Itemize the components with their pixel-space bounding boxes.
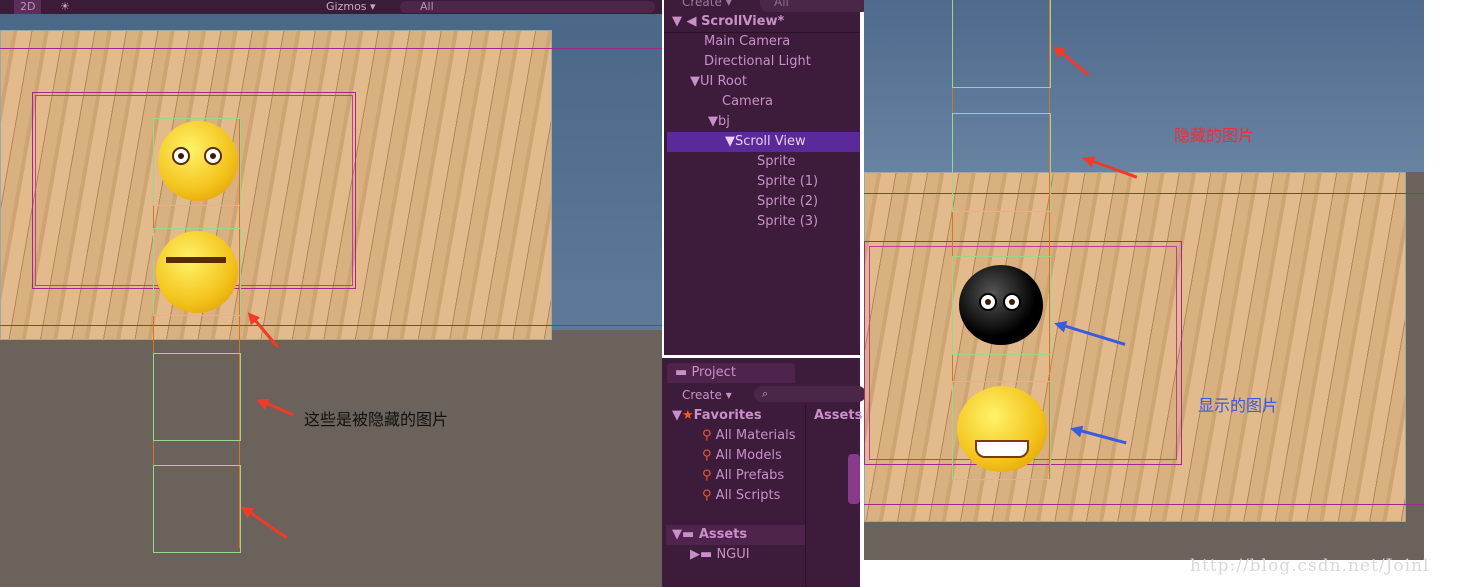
hierarchy-item[interactable]: Main Camera bbox=[704, 32, 790, 52]
unity-icon: ◀ bbox=[686, 14, 697, 29]
hierarchy-item[interactable]: Sprite bbox=[757, 152, 796, 172]
watermark: http://blog.csdn.net/Joinl bbox=[1190, 556, 1430, 576]
project-panel: ▬ Project Create ▾ ⌕ Assets ▼★Favorites … bbox=[662, 358, 866, 587]
sky bbox=[864, 0, 1424, 172]
gizmos-dropdown[interactable]: Gizmos ▾ bbox=[326, 0, 376, 14]
hierarchy-item-selected[interactable]: ▼Scroll View bbox=[667, 132, 860, 152]
assets-folder[interactable]: ▼▬ Assets bbox=[666, 525, 805, 545]
hierarchy-create[interactable]: Create ▾ bbox=[682, 0, 732, 12]
folder-icon: ▬ bbox=[682, 527, 695, 542]
favorite-item[interactable]: ⚲ All Materials bbox=[702, 426, 805, 446]
2d-toggle[interactable]: 2D bbox=[14, 0, 42, 14]
hierarchy-panel: Create ▾ All ▼ ◀ ScrollView* Main Camera… bbox=[664, 0, 870, 355]
search-icon: ⚲ bbox=[702, 448, 712, 463]
sprite-slot bbox=[153, 228, 241, 316]
sprite-slot bbox=[952, 381, 1051, 480]
search-icon: ⚲ bbox=[702, 468, 712, 483]
hidden-sprite-slot bbox=[952, 113, 1051, 212]
hierarchy-item[interactable]: ▼bj bbox=[708, 112, 730, 132]
folder-icon bbox=[848, 454, 860, 504]
bound-line bbox=[864, 504, 1424, 505]
hidden-annotation: 隐藏的图片 bbox=[1174, 126, 1255, 145]
hierarchy-item[interactable]: Sprite (2) bbox=[757, 192, 818, 212]
bound-line bbox=[0, 48, 662, 49]
black-emoji-icon bbox=[959, 265, 1043, 345]
hidden-sprite-slot bbox=[952, 0, 1051, 88]
project-create[interactable]: Create ▾ bbox=[682, 385, 732, 405]
asset-item[interactable]: ▶▬ NGUI bbox=[690, 545, 750, 565]
hierarchy-item[interactable]: Sprite (3) bbox=[757, 212, 818, 232]
search-icon: ⚲ bbox=[702, 428, 712, 443]
grin-emoji-icon bbox=[957, 386, 1047, 472]
scene-toolbar: 2D ☀ Gizmos ▾ All bbox=[0, 0, 662, 14]
scene-view[interactable]: 2D ☀ Gizmos ▾ All 这些是被隐藏的图片 bbox=[0, 0, 662, 587]
sprite-slot bbox=[153, 118, 241, 206]
project-search[interactable]: ⌕ bbox=[754, 386, 866, 402]
favorite-item[interactable]: ⚲ All Scripts bbox=[702, 486, 780, 506]
hierarchy-item[interactable]: Camera bbox=[722, 92, 773, 112]
arrow-icon bbox=[245, 508, 288, 540]
arrow-icon bbox=[261, 400, 294, 417]
hierarchy-item[interactable]: Directional Light bbox=[704, 52, 811, 72]
hierarchy-search[interactable]: All bbox=[760, 0, 870, 12]
hierarchy-item[interactable]: ▼UI Root bbox=[690, 72, 747, 92]
scene-root[interactable]: ▼ ◀ ScrollView* bbox=[664, 12, 860, 33]
search-icon: ⚲ bbox=[702, 488, 712, 503]
assets-header: Assets bbox=[814, 408, 863, 423]
sprite-slot bbox=[952, 256, 1051, 355]
favorites-header[interactable]: ▼★Favorites bbox=[672, 406, 762, 426]
smirk-emoji-icon bbox=[156, 231, 238, 313]
scene-view-zoomed: 隐藏的图片 显示的图片 bbox=[864, 0, 1424, 560]
hidden-sprite-slot bbox=[153, 465, 241, 553]
favorite-item[interactable]: ⚲ All Models bbox=[702, 446, 782, 466]
folder-icon: ▬ bbox=[700, 547, 713, 562]
hierarchy-item[interactable]: Sprite (1) bbox=[757, 172, 818, 192]
divider bbox=[805, 404, 806, 587]
shown-annotation: 显示的图片 bbox=[1198, 396, 1279, 415]
scene-search[interactable]: All bbox=[400, 1, 655, 13]
star-icon: ★ bbox=[682, 408, 694, 423]
light-icon[interactable]: ☀ bbox=[60, 0, 70, 14]
bound-line bbox=[864, 193, 1424, 194]
favorite-item[interactable]: ⚲ All Prefabs bbox=[702, 466, 784, 486]
bound-line bbox=[0, 325, 662, 326]
angry-emoji-icon bbox=[158, 121, 238, 201]
tab-project[interactable]: ▬ Project bbox=[667, 363, 795, 383]
hidden-annotation: 这些是被隐藏的图片 bbox=[304, 410, 449, 429]
folder-icon: ▬ bbox=[675, 365, 688, 380]
hidden-sprite-slot bbox=[153, 353, 241, 441]
